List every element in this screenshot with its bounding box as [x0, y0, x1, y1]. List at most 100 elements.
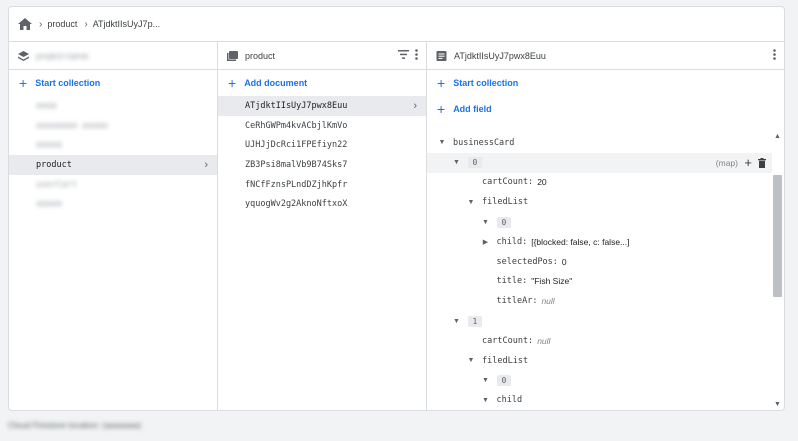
filter-icon[interactable] [398, 50, 409, 59]
add-document-button[interactable]: + Add document [218, 70, 426, 96]
collection-item-label: aaaaaaaa aaaaa [36, 120, 108, 131]
collection-item[interactable]: product › [9, 155, 217, 175]
document-column: ATjdktIIsUyJ7pwx8Euu + Start collection +… [427, 42, 784, 410]
start-collection-button-doc[interactable]: + Start collection [427, 70, 784, 96]
field-row[interactable]: ▼ 0 [427, 371, 772, 391]
delete-icon[interactable] [758, 157, 766, 168]
expand-more-icon[interactable]: ▼ [466, 199, 476, 206]
map-type-label: (map) [715, 157, 738, 168]
collection-item[interactable]: userCart [9, 175, 217, 195]
breadcrumb: › product › ATjdktIIsUyJ7p... [9, 7, 784, 42]
field-tree: ▼ businessCard ▼ 0 (map) + cartCount: 20 ▼ filedL… [427, 133, 772, 410]
layers-icon [18, 50, 29, 61]
field-value: null [541, 296, 555, 307]
footer-location: Cloud Firestore location: (aaaaaaa) [8, 420, 142, 430]
plus-icon: + [437, 101, 446, 117]
field-row[interactable]: cartCount: null [427, 331, 772, 351]
add-subfield-icon[interactable]: + [744, 155, 752, 170]
scroll-up-icon[interactable]: ▲ [774, 133, 781, 140]
expand-more-icon[interactable]: ▼ [481, 397, 491, 404]
field-row[interactable]: ▶ child: [{blocked: false, c: false...] [427, 232, 772, 252]
field-row[interactable]: ▼ child [427, 390, 772, 410]
document-title: ATjdktIIsUyJ7pwx8Euu [454, 50, 546, 61]
collection-item[interactable]: aaaa [9, 96, 217, 116]
document-header: ATjdktIIsUyJ7pwx8Euu [427, 42, 784, 70]
documents-column: product + Add document ATjdktIIsUyJ7pwx8E… [218, 42, 427, 410]
chevron-right-icon: › [84, 18, 88, 30]
document-item[interactable]: yquogWv2g2AknoNftxoX [218, 194, 426, 214]
expand-more-icon[interactable]: ▼ [481, 219, 491, 226]
document-id: ZB3Psi8malVb9B74Sks7 [245, 159, 348, 170]
field-key: businessCard [453, 137, 515, 148]
field-row[interactable]: titleAr: null [427, 291, 772, 311]
start-collection-button[interactable]: + Start collection [9, 70, 217, 96]
document-item[interactable]: UJHJjDcRci1FPEfiyn22 [218, 135, 426, 155]
field-row[interactable]: ▼ businessCard [427, 133, 772, 153]
field-key: cartCount: [482, 177, 534, 188]
more-vert-icon[interactable] [415, 49, 418, 60]
field-row[interactable]: ▼ filedList [427, 351, 772, 371]
document-item[interactable]: fNCfFznsPLndDZjhKpfr [218, 175, 426, 195]
field-key: title: [496, 276, 528, 287]
breadcrumb-document[interactable]: ATjdktIIsUyJ7p... [93, 19, 160, 29]
collection-item-label: aaaaa [36, 140, 62, 151]
chevron-right-icon: › [413, 100, 417, 112]
field-value: null [537, 335, 551, 346]
scrollbar[interactable]: ▲ ▼ [773, 133, 782, 410]
collection-header: product [218, 42, 426, 70]
document-id: CeRhGWPm4kvACbjlKmVo [245, 120, 348, 131]
project-name: project-name [36, 50, 89, 61]
document-id: yquogWv2g2AknoNftxoX [245, 199, 348, 210]
array-index: 0 [467, 157, 483, 169]
collection-item-label: product [36, 159, 72, 170]
field-row[interactable]: title: "Fish Size" [427, 272, 772, 292]
field-key: child: [496, 236, 528, 247]
collection-icon [227, 50, 238, 61]
field-row[interactable]: selectedPos: 0 [427, 252, 772, 272]
breadcrumb-collection[interactable]: product [47, 19, 77, 29]
document-icon [436, 50, 447, 61]
field-key: titleAr: [496, 296, 538, 307]
expand-more-icon[interactable]: ▼ [452, 318, 462, 325]
field-key: cartCount: [482, 335, 534, 346]
home-icon[interactable] [18, 18, 32, 30]
plus-icon: + [437, 75, 446, 91]
field-key: filedList [482, 355, 529, 366]
collection-title: product [245, 50, 276, 61]
field-row[interactable]: ▼ 0 (map) + [427, 152, 772, 173]
array-index: 0 [496, 374, 512, 386]
expand-more-icon[interactable]: ▼ [437, 139, 447, 146]
field-key: filedList [482, 197, 529, 208]
field-row[interactable]: ▼ filedList [427, 192, 772, 212]
document-item[interactable]: ZB3Psi8malVb9B74Sks7 [218, 155, 426, 175]
collection-item[interactable]: aaaaaaaa aaaaa [9, 116, 217, 136]
expand-more-icon[interactable]: ▼ [452, 159, 462, 166]
expand-more-icon[interactable]: ▼ [466, 357, 476, 364]
field-value: 0 [561, 256, 567, 267]
document-id: fNCfFznsPLndDZjhKpfr [245, 179, 348, 190]
field-row[interactable]: cartCount: 20 [427, 173, 772, 193]
document-id: ATjdktIIsUyJ7pwx8Euu [245, 100, 348, 111]
plus-icon: + [19, 75, 28, 91]
collection-item[interactable]: aaaaa [9, 194, 217, 214]
document-id: UJHJjDcRci1FPEfiyn22 [245, 140, 348, 151]
field-value: "Fish Size" [531, 276, 573, 287]
field-row[interactable]: ▼ 0 [427, 212, 772, 232]
firestore-panel: › product › ATjdktIIsUyJ7p... project-na… [8, 6, 785, 411]
document-item[interactable]: ATjdktIIsUyJ7pwx8Euu › [218, 96, 426, 116]
expand-more-icon[interactable]: ▼ [481, 377, 491, 384]
more-vert-icon[interactable] [773, 49, 776, 60]
plus-icon: + [228, 75, 237, 91]
field-row[interactable]: ▼ 1 [427, 311, 772, 331]
project-header: project-name [9, 42, 217, 70]
document-item[interactable]: CeRhGWPm4kvACbjlKmVo [218, 116, 426, 136]
expand-right-icon[interactable]: ▶ [481, 238, 491, 246]
scroll-down-icon[interactable]: ▼ [774, 401, 781, 408]
add-field-button[interactable]: + Add field [427, 96, 784, 122]
field-value: 20 [537, 177, 547, 188]
collection-item-label: aaaaa [36, 199, 62, 210]
scrollbar-thumb[interactable] [773, 175, 782, 297]
array-index: 1 [467, 315, 483, 327]
collection-item[interactable]: aaaaa [9, 135, 217, 155]
chevron-right-icon: › [204, 159, 208, 172]
